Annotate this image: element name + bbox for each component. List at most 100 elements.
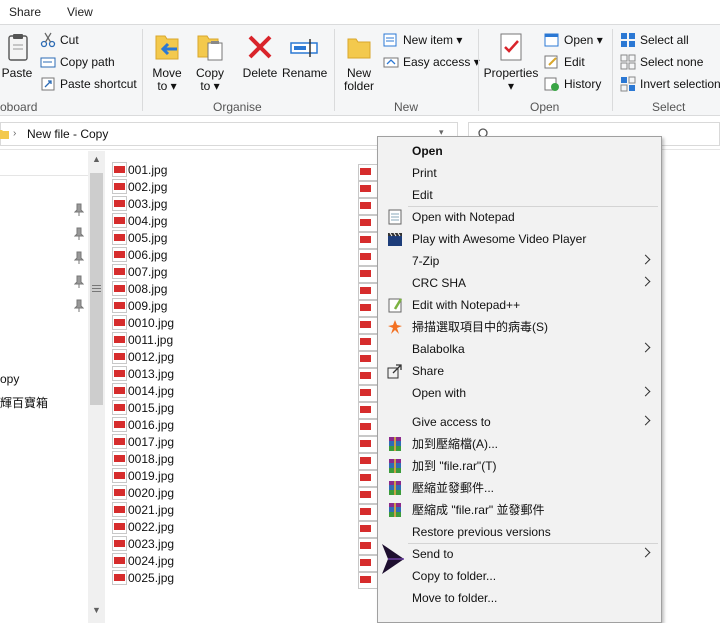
pin-icon[interactable] (74, 275, 84, 289)
open-button[interactable]: Open ▾ (544, 30, 603, 50)
menu-item-play-with-awesome-video-player[interactable]: Play with Awesome Video Player (378, 228, 661, 250)
file-item[interactable]: 0017.jpg (112, 434, 174, 451)
menu-item-edit[interactable]: Edit (378, 184, 661, 206)
nav-item[interactable]: opy (0, 372, 19, 386)
file-item[interactable]: 0010.jpg (112, 315, 174, 332)
jpg-file-icon[interactable] (358, 402, 378, 419)
file-item[interactable]: 002.jpg (112, 179, 167, 196)
file-item[interactable]: 0025.jpg (112, 570, 174, 587)
file-item[interactable]: 001.jpg (112, 162, 167, 179)
copy-to-button[interactable]: Copy to ▾ (191, 31, 229, 93)
menu-item-move-to-folder[interactable]: Move to folder... (378, 587, 661, 609)
file-item[interactable]: 0019.jpg (112, 468, 174, 485)
jpg-file-icon[interactable] (358, 232, 378, 249)
file-item[interactable]: 0014.jpg (112, 383, 174, 400)
new-item-button[interactable]: New item ▾ (383, 30, 462, 50)
jpg-file-icon[interactable] (358, 555, 378, 572)
jpg-file-icon[interactable] (358, 215, 378, 232)
jpg-file-icon[interactable] (358, 572, 378, 589)
file-item[interactable]: 009.jpg (112, 298, 167, 315)
file-item[interactable]: 0024.jpg (112, 553, 174, 570)
jpg-file-icon[interactable] (358, 164, 378, 181)
properties-button[interactable]: Properties ▾ (482, 31, 540, 93)
menu-item-open[interactable]: Open (378, 140, 661, 162)
paste-shortcut-button[interactable]: Paste shortcut (40, 74, 137, 94)
select-all-button[interactable]: Select all (620, 30, 689, 50)
file-item[interactable]: 008.jpg (112, 281, 167, 298)
scroll-up-icon[interactable]: ▲ (88, 151, 105, 168)
menu-item-share[interactable]: Share (378, 360, 661, 382)
file-item[interactable]: 0022.jpg (112, 519, 174, 536)
menu-item-open-with[interactable]: Open with (378, 382, 661, 404)
file-item[interactable]: 004.jpg (112, 213, 167, 230)
menu-item-s[interactable]: 掃描選取項目中的病毒(S) (378, 316, 661, 338)
menu-item-edit-with-notepad[interactable]: Edit with Notepad++ (378, 294, 661, 316)
menu-item-a[interactable]: 加到壓縮檔(A)... (378, 433, 661, 455)
tab-share[interactable]: Share (9, 5, 41, 19)
pin-icon[interactable] (74, 299, 84, 313)
file-item[interactable]: 005.jpg (112, 230, 167, 247)
menu-item-file-rar[interactable]: 壓縮成 "file.rar" 並發郵件 (378, 499, 661, 521)
jpg-file-icon[interactable] (358, 198, 378, 215)
jpg-file-icon[interactable] (358, 453, 378, 470)
tab-view[interactable]: View (67, 5, 93, 19)
menu-item-winrar-15[interactable]: 壓縮並發郵件... (378, 477, 661, 499)
menu-item-give-access-to[interactable]: Give access to (378, 411, 661, 433)
jpg-file-icon[interactable] (358, 334, 378, 351)
file-item[interactable]: 0018.jpg (112, 451, 174, 468)
jpg-file-icon[interactable] (358, 266, 378, 283)
jpg-file-icon[interactable] (358, 470, 378, 487)
jpg-file-icon[interactable] (358, 487, 378, 504)
file-item[interactable]: 0020.jpg (112, 485, 174, 502)
file-item[interactable]: 006.jpg (112, 247, 167, 264)
delete-button[interactable]: Delete (240, 31, 280, 80)
menu-item-balabolka[interactable]: Balabolka (378, 338, 661, 360)
menu-item-copy-to-folder[interactable]: Copy to folder... (378, 565, 661, 587)
jpg-file-icon[interactable] (358, 283, 378, 300)
vertical-scrollbar[interactable]: ▲ ▼ (88, 151, 105, 623)
history-button[interactable]: History (544, 74, 601, 94)
menu-item-restore-previous-versions[interactable]: Restore previous versions (378, 521, 661, 543)
paste-button[interactable]: Paste (0, 31, 34, 80)
file-item[interactable]: 0015.jpg (112, 400, 174, 417)
pin-icon[interactable] (74, 251, 84, 265)
menu-item-print[interactable]: Print (378, 162, 661, 184)
file-item[interactable]: 0013.jpg (112, 366, 174, 383)
file-item[interactable]: 0012.jpg (112, 349, 174, 366)
pin-icon[interactable] (74, 227, 84, 241)
jpg-file-icon[interactable] (358, 181, 378, 198)
jpg-file-icon[interactable] (358, 300, 378, 317)
select-none-button[interactable]: Select none (620, 52, 703, 72)
move-to-button[interactable]: Move to ▾ (148, 31, 186, 93)
menu-item-file-rar-t[interactable]: 加到 "file.rar"(T) (378, 455, 661, 477)
menu-item-open-with-notepad[interactable]: Open with Notepad (378, 206, 661, 228)
invert-selection-button[interactable]: Invert selection (620, 74, 720, 94)
menu-item-7-zip[interactable]: 7-Zip (378, 250, 661, 272)
file-item[interactable]: 003.jpg (112, 196, 167, 213)
pin-icon[interactable] (74, 203, 84, 217)
new-folder-button[interactable]: New folder (338, 31, 380, 93)
file-item[interactable]: 0023.jpg (112, 536, 174, 553)
jpg-file-icon[interactable] (358, 249, 378, 266)
cut-button[interactable]: Cut (40, 30, 79, 50)
jpg-file-icon[interactable] (358, 538, 378, 555)
menu-item-send-to[interactable]: Send to (378, 543, 661, 565)
jpg-file-icon[interactable] (358, 368, 378, 385)
file-item[interactable]: 0011.jpg (112, 332, 173, 349)
jpg-file-icon[interactable] (358, 351, 378, 368)
jpg-file-icon[interactable] (358, 521, 378, 538)
edit-button[interactable]: Edit (544, 52, 585, 72)
rename-button[interactable]: Rename (282, 31, 327, 80)
jpg-file-icon[interactable] (358, 504, 378, 521)
file-item[interactable]: 007.jpg (112, 264, 167, 281)
copy-path-button[interactable]: Copy path (40, 52, 115, 72)
file-item[interactable]: 0021.jpg (112, 502, 174, 519)
jpg-file-icon[interactable] (358, 436, 378, 453)
easy-access-button[interactable]: Easy access ▾ (383, 52, 480, 72)
scroll-down-icon[interactable]: ▼ (88, 602, 105, 619)
menu-item-crc-sha[interactable]: CRC SHA (378, 272, 661, 294)
jpg-file-icon[interactable] (358, 385, 378, 402)
nav-item[interactable]: 輝百寶箱 (0, 394, 48, 411)
jpg-file-icon[interactable] (358, 419, 378, 436)
jpg-file-icon[interactable] (358, 317, 378, 334)
